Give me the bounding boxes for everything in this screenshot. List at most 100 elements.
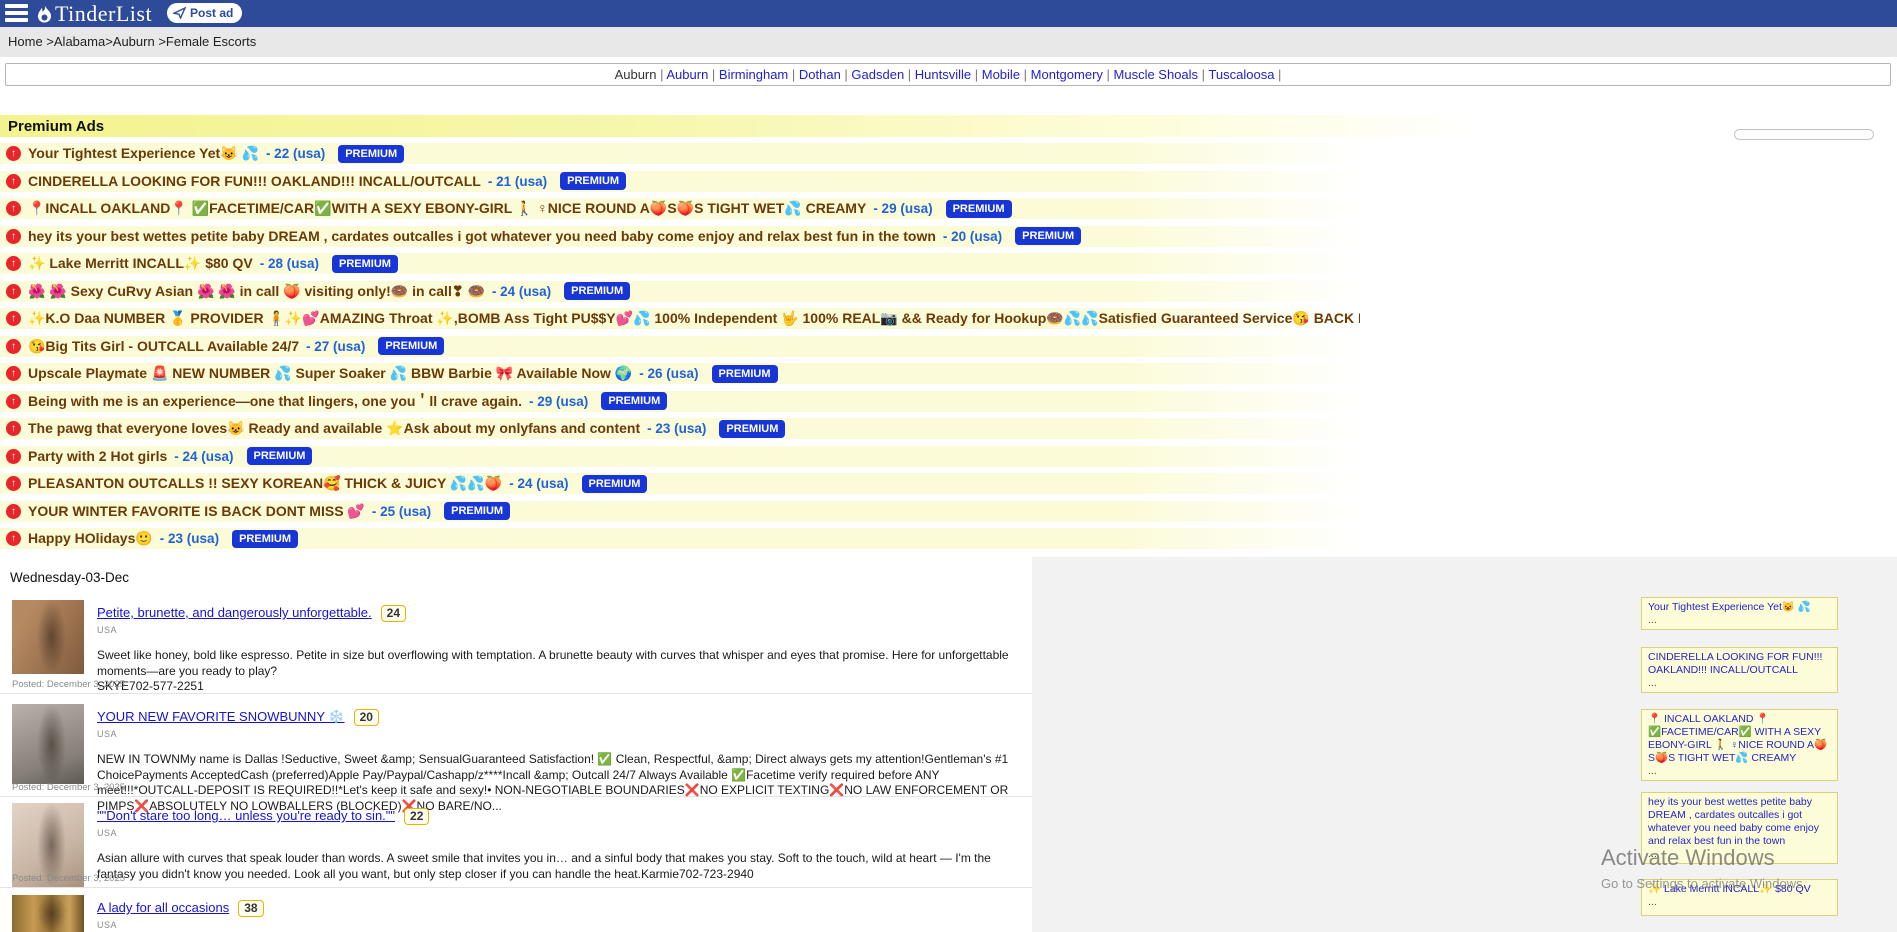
app-header: TinderList Post ad	[0, 0, 1897, 27]
city-link-birmingham[interactable]: Birmingham	[719, 67, 788, 82]
premium-ad-title[interactable]: 🌺 🌺 Sexy CuRvy Asian 🌺 🌺 in call 🍑 visit…	[28, 283, 485, 300]
city-link-huntsville[interactable]: Huntsville	[915, 67, 971, 82]
breadcrumb[interactable]: Home >Alabama>Auburn >Female Escorts	[8, 34, 256, 49]
premium-ad-row: CINDERELLA LOOKING FOR FUN!!! OAKLAND!!!…	[0, 171, 1360, 192]
city-link-muscle-shoals[interactable]: Muscle Shoals	[1114, 67, 1199, 82]
post-ad-label: Post ad	[190, 6, 233, 20]
sidebar-ad-card[interactable]: Your Tightest Experience Yet😺 💦...	[1641, 597, 1838, 630]
premium-ad-title[interactable]: hey its your best wettes petite baby DRE…	[28, 228, 936, 244]
bump-up-icon[interactable]	[6, 531, 21, 546]
bump-up-icon[interactable]	[6, 174, 21, 189]
premium-badge[interactable]: PREMIUM	[247, 447, 313, 465]
premium-badge[interactable]: PREMIUM	[378, 337, 444, 355]
listing-title-row: Petite, brunette, and dangerously unforg…	[97, 604, 1013, 622]
premium-ad-age[interactable]: - 24 (usa)	[509, 476, 568, 491]
city-link-auburn[interactable]: Auburn	[666, 67, 708, 82]
sidebar-ad-card[interactable]: 📍 INCALL OAKLAND 📍 ✅FACETIME/CAR✅ WITH A…	[1641, 709, 1838, 781]
premium-ad-age[interactable]: - 25 (usa)	[372, 504, 431, 519]
premium-ad-age[interactable]: - 26 (usa)	[639, 366, 698, 381]
premium-badge[interactable]: PREMIUM	[444, 502, 510, 520]
premium-ad-age[interactable]: - 24 (usa)	[492, 284, 551, 299]
premium-ad-title[interactable]: Party with 2 Hot girls	[28, 448, 167, 464]
premium-ad-title[interactable]: PLEASANTON OUTCALLS !! SEXY KOREAN🥰 THIC…	[28, 475, 502, 492]
bump-up-icon[interactable]	[6, 311, 21, 326]
premium-ad-age[interactable]: - 29 (usa)	[873, 201, 932, 216]
premium-ad-title[interactable]: Being with me is an experience—one that …	[28, 391, 522, 411]
premium-ad-title[interactable]: Happy HOlidays🙂	[28, 530, 153, 547]
bump-up-icon[interactable]	[6, 146, 21, 161]
listing-row: YOUR NEW FAVORITE SNOWBUNNY ❄️20USANEW I…	[0, 700, 1032, 797]
premium-ad-age[interactable]: - 27 (usa)	[306, 339, 365, 354]
listing-title[interactable]: ""Don't stare too long… unless you're re…	[97, 808, 395, 823]
premium-ad-row: PLEASANTON OUTCALLS !! SEXY KOREAN🥰 THIC…	[0, 473, 1360, 494]
city-separator: |	[1198, 67, 1208, 82]
site-logo[interactable]: TinderList	[36, 0, 152, 27]
bump-up-icon[interactable]	[6, 421, 21, 436]
bump-up-icon[interactable]	[6, 229, 21, 244]
city-link-montgomery[interactable]: Montgomery	[1031, 67, 1103, 82]
premium-badge[interactable]: PREMIUM	[560, 172, 626, 190]
city-separator: |	[904, 67, 915, 82]
city-link-mobile[interactable]: Mobile	[982, 67, 1020, 82]
bump-up-icon[interactable]	[6, 476, 21, 491]
premium-ad-title[interactable]: 📍INCALL OAKLAND📍 ✅FACETIME/CAR✅WITH A SE…	[28, 200, 866, 217]
premium-ad-age[interactable]: - 20 (usa)	[943, 229, 1002, 244]
flame-icon	[36, 4, 53, 24]
premium-ad-age[interactable]: - 29 (usa)	[529, 394, 588, 409]
premium-ad-title[interactable]: The pawg that everyone loves😺 Ready and …	[28, 420, 640, 437]
premium-badge[interactable]: PREMIUM	[332, 255, 398, 273]
bump-up-icon[interactable]	[6, 339, 21, 354]
premium-badge[interactable]: PREMIUM	[712, 365, 778, 383]
premium-ad-age[interactable]: - 24 (usa)	[174, 449, 233, 464]
premium-ad-age[interactable]: - 23 (usa)	[160, 531, 219, 546]
premium-badge[interactable]: PREMIUM	[232, 530, 298, 548]
bump-up-icon[interactable]	[6, 504, 21, 519]
listing-row: Petite, brunette, and dangerously unforg…	[0, 596, 1032, 694]
premium-ad-age[interactable]: - 28 (usa)	[260, 256, 319, 271]
premium-ad-row: ✨ Lake Merritt INCALL✨ $80 QV - 28 (usa) P…	[0, 253, 1360, 274]
premium-ad-title[interactable]: CINDERELLA LOOKING FOR FUN!!! OAKLAND!!!…	[28, 173, 481, 189]
premium-ads-header: Premium Ads	[0, 115, 1897, 137]
listing-row: A lady for all occasions38USA	[0, 891, 1032, 932]
premium-ads-heading: Premium Ads	[8, 118, 104, 135]
bump-up-icon[interactable]	[6, 256, 21, 271]
listing-photo[interactable]	[12, 895, 84, 932]
premium-badge[interactable]: PREMIUM	[582, 475, 648, 493]
premium-badge[interactable]: PREMIUM	[601, 392, 667, 410]
bump-up-icon[interactable]	[6, 394, 21, 409]
premium-badge[interactable]: PREMIUM	[338, 145, 404, 163]
premium-ad-age[interactable]: - 21 (usa)	[488, 174, 547, 189]
bump-up-icon[interactable]	[6, 449, 21, 464]
premium-ad-title[interactable]: Upscale Playmate 🚨 NEW NUMBER 💦 Super So…	[28, 365, 632, 382]
bump-up-icon[interactable]	[6, 284, 21, 299]
listing-title[interactable]: YOUR NEW FAVORITE SNOWBUNNY ❄️	[97, 709, 345, 724]
listing-title[interactable]: A lady for all occasions	[97, 900, 229, 915]
city-link-gadsden[interactable]: Gadsden	[851, 67, 904, 82]
listing-photo[interactable]	[12, 704, 84, 784]
premium-badge[interactable]: PREMIUM	[719, 420, 785, 438]
bump-up-icon[interactable]	[6, 201, 21, 216]
sidebar-ad-card[interactable]: CINDERELLA LOOKING FOR FUN!!! OAKLAND!!!…	[1641, 647, 1838, 693]
listing-photo[interactable]	[12, 600, 84, 674]
premium-ads-list: Your Tightest Experience Yet😺 💦 - 22 (usa…	[0, 143, 1360, 556]
listing-title[interactable]: Petite, brunette, and dangerously unforg…	[97, 605, 372, 620]
listing-title-row: YOUR NEW FAVORITE SNOWBUNNY ❄️20	[97, 708, 1013, 726]
premium-badge[interactable]: PREMIUM	[1015, 227, 1081, 245]
premium-ad-title[interactable]: YOUR WINTER FAVORITE IS BACK DONT MISS 💕	[28, 503, 365, 520]
city-separator: |	[1103, 67, 1114, 82]
premium-ad-title[interactable]: ✨K.O Daa NUMBER 🥇 PROVIDER 🧍✨💕AMAZING Th…	[28, 310, 1360, 327]
sidebar-ad-title: hey its your best wettes petite baby DRE…	[1648, 796, 1831, 848]
premium-ad-age[interactable]: - 22 (usa)	[266, 146, 325, 161]
premium-ad-title[interactable]: Your Tightest Experience Yet😺 💦	[28, 145, 259, 162]
premium-badge[interactable]: PREMIUM	[564, 282, 630, 300]
menu-icon[interactable]	[5, 4, 28, 23]
premium-ad-title[interactable]: ✨ Lake Merritt INCALL✨ $80 QV	[28, 255, 253, 272]
premium-badge[interactable]: PREMIUM	[946, 200, 1012, 218]
floating-scrollbar[interactable]	[1734, 129, 1874, 140]
bump-up-icon[interactable]	[6, 366, 21, 381]
premium-ad-age[interactable]: - 23 (usa)	[647, 421, 706, 436]
post-ad-button[interactable]: Post ad	[167, 3, 242, 23]
premium-ad-title[interactable]: 😘Big Tits Girl - OUTCALL Available 24/7	[28, 338, 299, 355]
city-link-tuscaloosa[interactable]: Tuscaloosa	[1208, 67, 1274, 82]
city-link-dothan[interactable]: Dothan	[799, 67, 841, 82]
